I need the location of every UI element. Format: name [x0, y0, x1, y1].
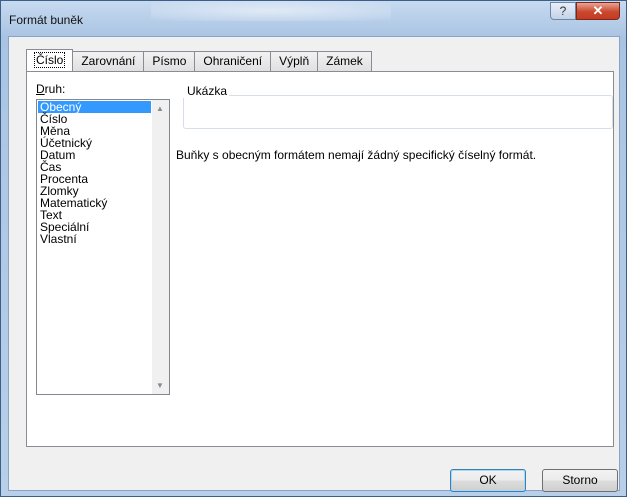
ok-button[interactable]: OK	[450, 469, 526, 492]
title-glow	[151, 1, 391, 21]
category-listbox[interactable]: Obecný Číslo Měna Účetnický Datum Čas Procenta…	[36, 99, 170, 395]
scroll-up-icon[interactable]: ▲	[156, 104, 164, 113]
window-title: Formát buněk	[9, 13, 84, 27]
category-label: Druh:	[36, 82, 65, 96]
title-bar[interactable]: Formát buněk ? ✕	[1, 1, 626, 36]
close-button[interactable]: ✕	[576, 2, 620, 20]
category-label-rest: ruh:	[44, 82, 66, 96]
tab-ohraniceni[interactable]: Ohraničení	[194, 51, 272, 71]
scroll-down-icon[interactable]: ▼	[156, 381, 164, 390]
category-list: Obecný Číslo Měna Účetnický Datum Čas Procenta…	[38, 101, 151, 245]
sample-box	[183, 95, 613, 129]
tab-label: Číslo	[33, 52, 66, 68]
cancel-button[interactable]: Storno	[542, 469, 618, 492]
help-icon: ?	[559, 4, 567, 18]
tab-vypln[interactable]: Výplň	[270, 51, 319, 71]
category-item[interactable]: Vlastní	[38, 233, 151, 245]
sample-label: Ukázka	[183, 84, 230, 98]
tab-zamek[interactable]: Zámek	[317, 51, 372, 71]
tab-strip: Číslo Zarovnání Písmo Ohraničení Výplň Z…	[26, 49, 372, 71]
dialog-window: Formát buněk ? ✕ Číslo Zarovnání Písmo O…	[0, 0, 627, 497]
format-description: Buňky s obecným formátem nemají žádný sp…	[176, 148, 537, 162]
caption-buttons: ? ✕	[550, 2, 620, 20]
tab-panel-cislo: Druh: Obecný Číslo Měna Účetnický Datum Čas Pr…	[26, 71, 614, 447]
tab-zarovnani[interactable]: Zarovnání	[72, 51, 145, 71]
tab-pismo[interactable]: Písmo	[143, 51, 196, 71]
dialog-client-area: Číslo Zarovnání Písmo Ohraničení Výplň Z…	[8, 36, 620, 492]
close-icon: ✕	[592, 3, 604, 18]
tab-cislo[interactable]: Číslo	[26, 49, 74, 71]
help-button[interactable]: ?	[550, 2, 576, 20]
category-label-accelerator: D	[36, 82, 45, 96]
listbox-scrollbar[interactable]: ▲ ▼	[152, 100, 169, 394]
